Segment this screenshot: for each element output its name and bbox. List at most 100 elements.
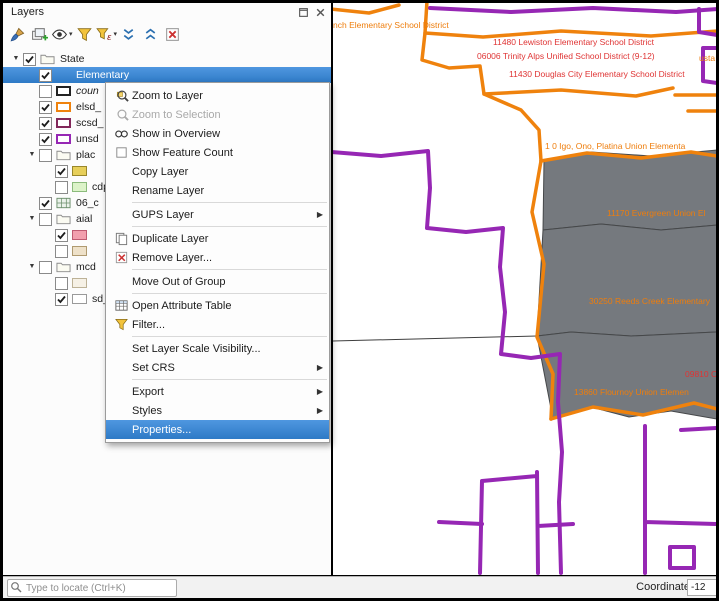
manage-map-themes-button[interactable]: ▾ xyxy=(51,23,73,45)
svg-text:ε: ε xyxy=(107,31,112,42)
visibility-checkbox[interactable] xyxy=(55,229,68,242)
search-icon xyxy=(10,581,22,593)
layer-label: mcd xyxy=(76,261,96,273)
district-label: 11430 Douglas City Elementary School Dis… xyxy=(509,69,685,79)
menu-item-show-feature-count[interactable]: Show Feature Count xyxy=(106,143,329,162)
district-label: 13860 Flournoy Union Elemen xyxy=(574,387,689,397)
visibility-checkbox[interactable] xyxy=(55,293,68,306)
expander-icon[interactable]: ▼ xyxy=(9,51,23,67)
menu-item-export[interactable]: Export▶ xyxy=(106,382,329,401)
district-label: nch Elementary School District xyxy=(333,20,449,30)
collapse-all-button[interactable] xyxy=(140,23,161,45)
locator-input[interactable] xyxy=(7,579,177,597)
menu-item-copy-layer[interactable]: Copy Layer xyxy=(106,162,329,181)
visibility-checkbox[interactable] xyxy=(39,69,52,82)
group-folder-icon xyxy=(56,261,71,273)
float-panel-button[interactable] xyxy=(296,5,310,19)
menu-item-duplicate-layer[interactable]: Duplicate Layer xyxy=(106,229,329,248)
menu-item-label: Copy Layer xyxy=(132,166,325,178)
menu-item-open-attribute-table[interactable]: Open Attribute Table xyxy=(106,296,329,315)
coordinate-label: Coordinate xyxy=(636,581,690,593)
attribute-table-icon xyxy=(110,298,132,313)
map-labels: nch Elementary School District 11480 Lewi… xyxy=(333,3,716,575)
menu-item-label: Properties... xyxy=(132,424,325,436)
visibility-checkbox[interactable] xyxy=(39,133,52,146)
expand-all-button[interactable] xyxy=(118,23,139,45)
layer-row-elementary[interactable]: Elementary xyxy=(3,67,331,83)
visibility-checkbox[interactable] xyxy=(39,101,52,114)
submenu-arrow-icon: ▶ xyxy=(317,387,325,396)
menu-item-properties[interactable]: Properties... xyxy=(106,420,329,439)
expander-icon[interactable]: ▼ xyxy=(25,147,39,163)
menu-separator xyxy=(132,269,327,270)
menu-item-gups-layer[interactable]: GUPS Layer▶ xyxy=(106,205,329,224)
expander-icon[interactable]: ▼ xyxy=(25,259,39,275)
dropdown-arrow-icon: ▾ xyxy=(114,30,118,38)
menu-item-rename-layer[interactable]: Rename Layer xyxy=(106,181,329,200)
menu-item-zoom-to-selection[interactable]: Zoom to Selection xyxy=(106,105,329,124)
zoom-layer-icon xyxy=(110,88,132,103)
submenu-arrow-icon: ▶ xyxy=(317,406,325,415)
layer-grid-icon xyxy=(56,197,71,209)
expander-icon[interactable]: ▼ xyxy=(25,211,39,227)
menu-item-label: Styles xyxy=(132,405,317,417)
visibility-checkbox[interactable] xyxy=(23,53,36,66)
menu-item-zoom-to-layer[interactable]: Zoom to Layer xyxy=(106,86,329,105)
menu-item-remove-layer[interactable]: Remove Layer... xyxy=(106,248,329,267)
group-folder-icon xyxy=(40,53,55,65)
menu-separator xyxy=(132,293,327,294)
coordinate-value[interactable]: -12 xyxy=(687,579,716,596)
layer-swatch xyxy=(72,294,87,304)
menu-item-label: GUPS Layer xyxy=(132,209,317,221)
district-label: 11170 Evergreen Union El xyxy=(607,208,705,218)
visibility-checkbox[interactable] xyxy=(55,181,68,194)
status-bar: Coordinate -12 xyxy=(3,576,716,598)
district-label: 11480 Lewiston Elementary School Distric… xyxy=(493,37,654,47)
map-canvas[interactable]: nch Elementary School District 11480 Lewi… xyxy=(333,3,716,575)
submenu-arrow-icon: ▶ xyxy=(317,210,325,219)
menu-item-label: Export xyxy=(132,386,317,398)
layer-label: unsd xyxy=(76,133,99,145)
menu-item-styles[interactable]: Styles▶ xyxy=(106,401,329,420)
filter-legend-button[interactable] xyxy=(74,23,95,45)
visibility-checkbox[interactable] xyxy=(39,213,52,226)
group-folder-icon xyxy=(56,213,71,225)
layer-label: coun xyxy=(76,85,99,97)
visibility-checkbox[interactable] xyxy=(39,149,52,162)
close-panel-button[interactable] xyxy=(313,5,327,19)
district-label: 09810 Co xyxy=(685,369,716,379)
visibility-checkbox[interactable] xyxy=(55,165,68,178)
menu-separator xyxy=(132,226,327,227)
menu-item-filter[interactable]: Filter... xyxy=(106,315,329,334)
menu-item-move-out-of-group[interactable]: Move Out of Group xyxy=(106,272,329,291)
menu-item-label: Show in Overview xyxy=(132,128,325,140)
visibility-checkbox[interactable] xyxy=(39,261,52,274)
locator-wrapper xyxy=(7,578,177,598)
menu-item-set-crs[interactable]: Set CRS▶ xyxy=(106,358,329,377)
visibility-checkbox[interactable] xyxy=(39,117,52,130)
visibility-checkbox[interactable] xyxy=(55,245,68,258)
duplicate-icon xyxy=(110,231,132,246)
layer-context-menu: Zoom to LayerZoom to Selection Show in Ov… xyxy=(105,82,330,443)
add-group-button[interactable] xyxy=(29,23,50,45)
visibility-checkbox[interactable] xyxy=(39,197,52,210)
layer-swatch xyxy=(72,182,87,192)
remove-icon xyxy=(110,250,132,265)
menu-separator xyxy=(132,336,327,337)
group-folder-icon xyxy=(56,149,71,161)
visibility-checkbox[interactable] xyxy=(55,277,68,290)
menu-item-label: Move Out of Group xyxy=(132,276,325,288)
layers-panel-header-buttons xyxy=(293,5,327,19)
layer-row-state[interactable]: ▼State xyxy=(3,51,331,67)
visibility-checkbox[interactable] xyxy=(39,85,52,98)
menu-item-set-layer-scale-visibility[interactable]: Set Layer Scale Visibility... xyxy=(106,339,329,358)
layer-label: scsd_ xyxy=(76,117,103,129)
menu-item-label: Filter... xyxy=(132,319,325,331)
filter-by-expression-button[interactable]: ε▾ xyxy=(96,23,118,45)
layer-label: Elementary xyxy=(76,69,129,81)
menu-item-label: Open Attribute Table xyxy=(132,300,325,312)
menu-item-label: Duplicate Layer xyxy=(132,233,325,245)
open-layer-styling-button[interactable] xyxy=(7,23,28,45)
remove-layer-button[interactable] xyxy=(162,23,183,45)
menu-item-show-in-overview[interactable]: Show in Overview xyxy=(106,124,329,143)
